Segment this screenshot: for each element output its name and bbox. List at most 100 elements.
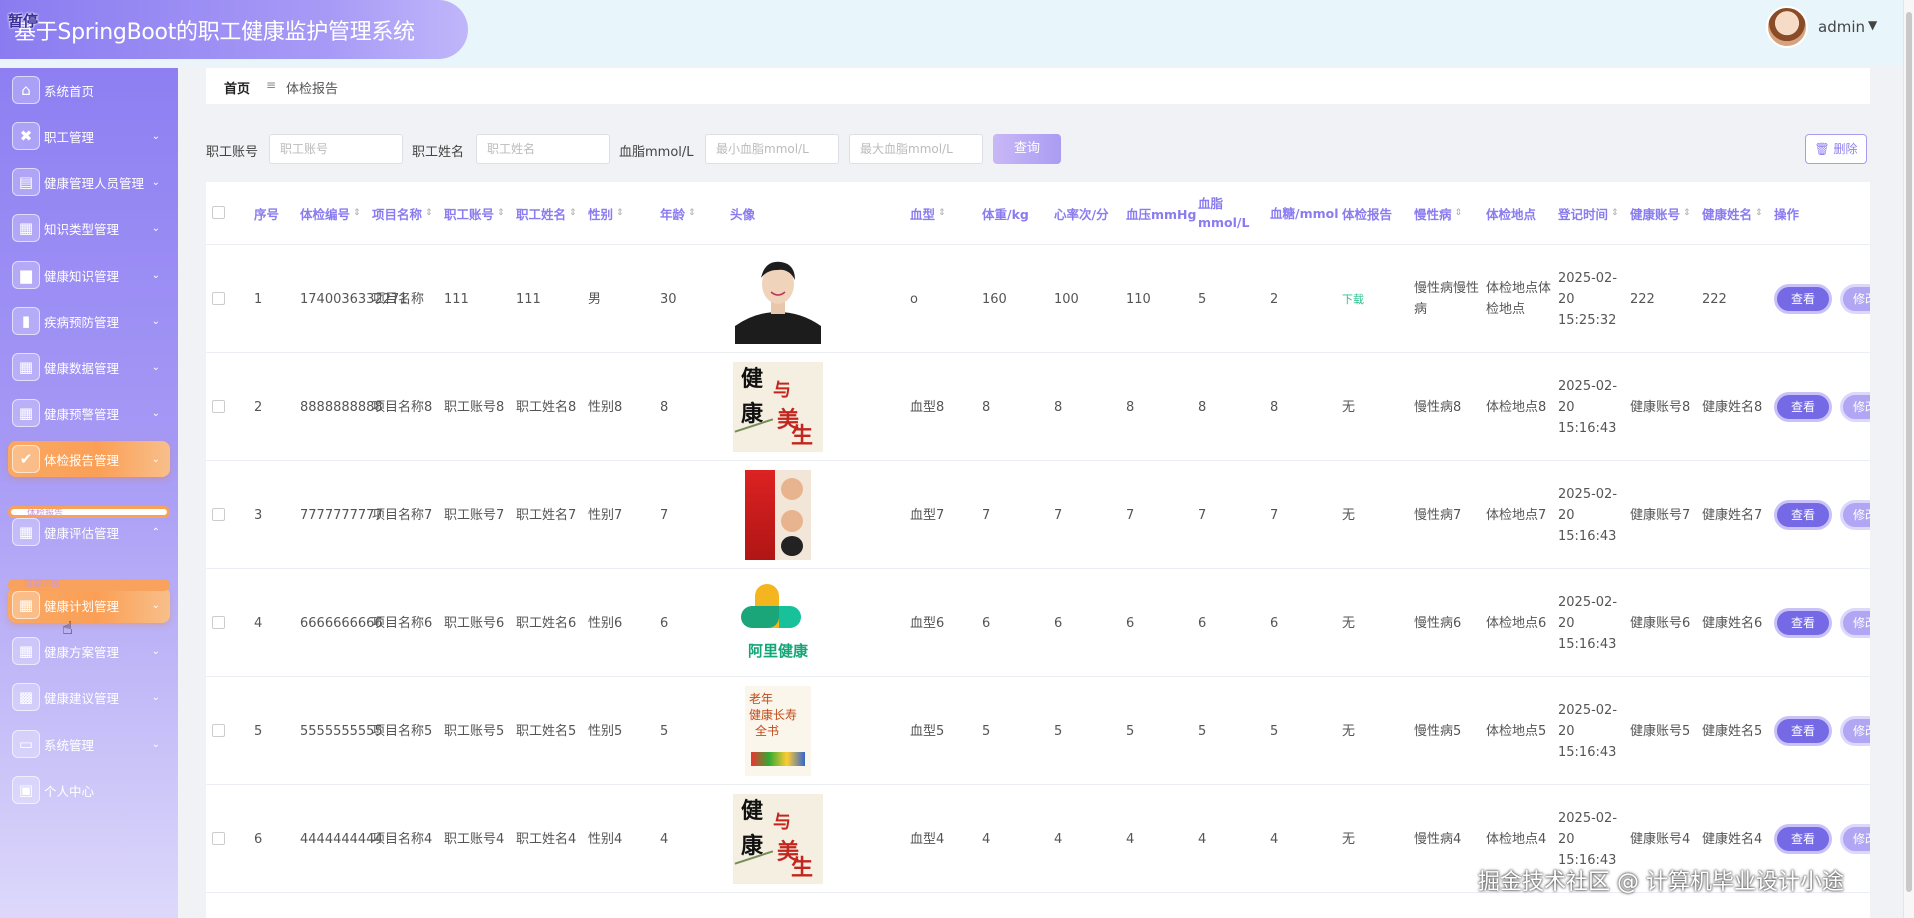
row-checkbox[interactable]: [212, 832, 225, 845]
cell-gender: 性别4: [588, 785, 658, 893]
cell-idx-text: 5: [254, 723, 263, 739]
row-checkbox[interactable]: [212, 508, 225, 521]
sidebar-item-label: 疾病预防管理: [44, 314, 120, 330]
sidebar-item-3[interactable]: ▤ 健康管理人员管理 ⌄: [8, 164, 170, 200]
cell-blood: 血型5: [910, 677, 980, 785]
sort-icon[interactable]: ⇕: [938, 208, 946, 218]
row-checkbox[interactable]: [212, 292, 225, 305]
view-button[interactable]: 查看: [1774, 500, 1832, 530]
cell-age-text: 7: [660, 507, 669, 523]
column-header-9[interactable]: 血型 ⇕: [910, 182, 990, 244]
sort-icon[interactable]: ⇕: [497, 208, 505, 218]
row-checkbox[interactable]: [212, 616, 225, 629]
sort-icon[interactable]: ⇕: [569, 208, 577, 218]
sort-icon[interactable]: ⇕: [353, 208, 361, 218]
edit-button[interactable]: 修改: [1840, 284, 1870, 314]
sidebar-item-label: 健康预警管理: [44, 406, 120, 422]
cell-place: 体检地点8: [1486, 353, 1556, 461]
sidebar-item-10[interactable]: ▦ 健康评估管理 ⌃: [8, 514, 170, 550]
sidebar-item-7[interactable]: ▦ 健康数据管理 ⌄: [8, 349, 170, 385]
sort-icon[interactable]: ⇕: [1455, 208, 1463, 218]
user-avatar[interactable]: [1766, 6, 1808, 48]
sidebar-item-12[interactable]: ▦ 健康方案管理 ⌄: [8, 633, 170, 669]
sort-icon[interactable]: ⇕: [1611, 208, 1619, 218]
sort-icon[interactable]: ⇕: [688, 208, 696, 218]
row-checkbox[interactable]: [212, 724, 225, 737]
edit-button[interactable]: 修改: [1840, 392, 1870, 422]
sidebar-item-1[interactable]: ⌂ 系统首页: [8, 72, 170, 108]
column-header-20[interactable]: 健康姓名 ⇕: [1702, 182, 1782, 244]
row-checkbox[interactable]: [212, 400, 225, 413]
cell-report: 下载: [1342, 245, 1412, 353]
book-cover-image: 健康与美生: [733, 794, 823, 884]
sort-icon[interactable]: ⇕: [1683, 208, 1691, 218]
sidebar-item-8[interactable]: ▦ 健康预警管理 ⌄: [8, 395, 170, 431]
sidebar-item-9[interactable]: ✔ 体检报告管理 ⌄: [8, 441, 170, 477]
edit-button[interactable]: 修改: [1840, 608, 1870, 638]
query-button[interactable]: 查询: [993, 134, 1061, 164]
column-header-19[interactable]: 健康账号 ⇕: [1630, 182, 1710, 244]
edit-button[interactable]: 修改: [1840, 824, 1870, 854]
sidebar-item-11[interactable]: ▦ 健康计划管理 ⌄: [8, 587, 170, 623]
column-header-2[interactable]: 体检编号 ⇕: [300, 182, 380, 244]
breadcrumb-home[interactable]: 首页: [224, 78, 250, 97]
view-button[interactable]: 查看: [1774, 824, 1832, 854]
edit-button[interactable]: 修改: [1840, 500, 1870, 530]
min-lipid-input[interactable]: 最小血脂mmol/L: [705, 134, 839, 164]
page-scrollbar-thumb[interactable]: [1906, 12, 1912, 892]
cell-weight: 5: [982, 677, 1052, 785]
sidebar-item-label: 健康计划管理: [44, 598, 120, 614]
cell-idx-text: 4: [254, 615, 263, 631]
cell-name-text: 职工姓名8: [516, 399, 577, 415]
column-header-16[interactable]: 慢性病 ⇕: [1414, 182, 1494, 244]
account-input[interactable]: 职工账号: [269, 134, 403, 164]
column-header-18[interactable]: 登记时间 ⇕: [1558, 182, 1638, 244]
cell-sugar-text: 6: [1270, 615, 1279, 631]
user-name[interactable]: admin: [1818, 18, 1865, 36]
sidebar-item-14[interactable]: ▭ 系统管理 ⌄: [8, 726, 170, 762]
column-header-17: 体检地点: [1486, 182, 1566, 244]
sidebar-item-4[interactable]: ▦ 知识类型管理 ⌄: [8, 210, 170, 246]
select-all-checkbox[interactable]: [212, 206, 225, 219]
column-header-4[interactable]: 职工账号 ⇕: [444, 182, 524, 244]
sort-icon[interactable]: ⇕: [616, 208, 624, 218]
cell-report-text: 无: [1342, 615, 1356, 631]
view-button[interactable]: 查看: [1774, 608, 1832, 638]
cell-name-text: 职工姓名4: [516, 831, 577, 847]
sidebar-item-label: 职工管理: [44, 129, 95, 145]
sidebar-item-13[interactable]: ▩ 健康建议管理 ⌄: [8, 679, 170, 715]
sidebar-item-5[interactable]: ▆ 健康知识管理 ⌄: [8, 257, 170, 293]
sort-icon[interactable]: ⇕: [1755, 208, 1763, 218]
column-header-7[interactable]: 年龄 ⇕: [660, 182, 740, 244]
sidebar-item-15[interactable]: ▣ 个人中心: [8, 772, 170, 808]
max-lipid-input[interactable]: 最大血脂mmol/L: [849, 134, 983, 164]
submenu-strip-assessment[interactable]: 健康评估: [8, 579, 170, 591]
cell-report: 无: [1342, 461, 1412, 569]
view-button[interactable]: 查看: [1774, 284, 1832, 314]
name-input[interactable]: 职工姓名: [476, 134, 610, 164]
edit-button[interactable]: 修改: [1840, 716, 1870, 746]
view-button[interactable]: 查看: [1774, 392, 1832, 422]
submenu-strip-report[interactable]: 体检报告: [8, 506, 170, 518]
column-header-3[interactable]: 项目名称 ⇕: [372, 182, 452, 244]
cell-age: 4: [660, 785, 730, 893]
column-header-6[interactable]: 性别 ⇕: [588, 182, 668, 244]
cell-report-text[interactable]: 下载: [1342, 289, 1364, 310]
cell-h_account: 健康账号6: [1630, 569, 1700, 677]
sort-icon[interactable]: ⇕: [425, 208, 433, 218]
view-button[interactable]: 查看: [1774, 716, 1832, 746]
delete-button[interactable]: 🗑 删除: [1805, 134, 1867, 164]
cell-sugar: 2: [1270, 245, 1340, 353]
cell-pressure-text: 5: [1126, 723, 1135, 739]
cell-lipid: 7: [1198, 461, 1268, 569]
sidebar-item-2[interactable]: ✖ 职工管理 ⌄: [8, 118, 170, 154]
cell-blood-text: 血型7: [910, 507, 945, 523]
sidebar-item-6[interactable]: ▮ 疾病预防管理 ⌄: [8, 303, 170, 339]
cell-weight-text: 4: [982, 831, 991, 847]
column-header-11: 心率次/分: [1054, 182, 1134, 244]
user-dropdown-caret-icon[interactable]: ▼: [1868, 18, 1877, 32]
column-header-5[interactable]: 职工姓名 ⇕: [516, 182, 596, 244]
cell-chronic-text: 慢性病慢性病: [1414, 281, 1480, 317]
pause-tag: 暂停: [8, 12, 39, 30]
cell-weight-text: 8: [982, 399, 991, 415]
